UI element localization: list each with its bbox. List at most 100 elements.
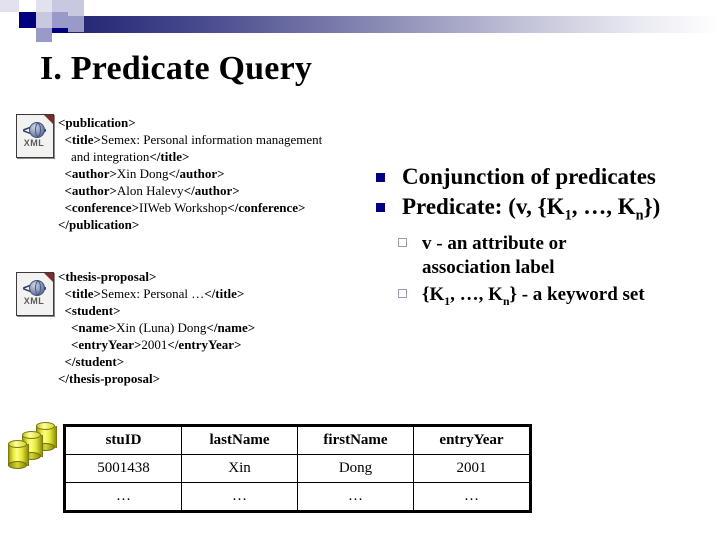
globe-icon [29,122,45,138]
xml-value: Semex: Personal information management [100,132,323,147]
xml-tag: <author> [58,183,117,198]
xml-value: 2001 [141,337,168,352]
bullet-label-mid: , …, K [571,194,636,219]
cylinder-bottom [8,461,27,469]
xml-line: <title>Semex: Personal information manag… [58,131,323,148]
table-cell: Dong [297,454,414,483]
table-cell: 2001 [413,454,531,483]
xml-line: </publication> [58,216,322,233]
globe-icon [29,280,45,296]
xml-line: <title>Semex: Personal …</title> [58,285,255,302]
xml-tag: <conference> [58,200,140,215]
xml-value: Semex: Personal … [100,286,205,301]
bullet-conjunction-of-predicates: Conjunction of predicates [374,162,720,191]
subbullet-label-mid: , …, K [450,283,503,305]
xml-value: Xin Dong [116,166,169,181]
table-header-cell: lastName [181,425,298,455]
xml-tag: </conference> [227,200,306,215]
banner-square-mid-2 [68,16,84,32]
xml-line: <entryYear>2001</entryYear> [58,336,255,353]
bullet-label-sub2: n [635,207,644,224]
table-header-cell: stuID [64,425,182,455]
banner-square-mid-3 [36,28,52,42]
hollow-square-bullet-icon [398,237,407,247]
xml-tag: </author> [168,166,225,181]
xml-file-icon: < > XML [16,272,56,316]
subbullet-v-attribute: v - an attribute or [374,232,720,256]
xml-tag: <publication> [58,115,136,130]
table-header-cell: firstName [297,425,414,455]
subbullet-label-line1: v - an attribute or [422,232,567,254]
xml-tag: <title> [58,286,101,301]
banner-square-mid-1 [52,12,68,28]
bullet-list: Conjunction of predicates Predicate: (v,… [374,162,720,313]
xml-tag: </entryYear> [167,337,242,352]
table-cell: … [413,482,531,512]
table-cell: … [181,482,298,512]
xml-icon-label: XML [23,296,45,306]
xml-tag: </title> [149,149,190,164]
table-row: 5001438 Xin Dong 2001 [64,454,531,483]
xml-tag: <entryYear> [58,337,142,352]
xml-tag: </name> [206,320,256,335]
bullet-label: Conjunction of predicates [402,164,656,189]
cylinder-top [8,440,27,448]
xml-tag: <author> [58,166,117,181]
xml-line: <author>Xin Dong</author> [58,165,322,182]
banner-gradient-bar [48,16,720,33]
database-cylinder [8,440,29,469]
xml-line: <publication> [58,114,322,131]
xml-line: </student> [58,353,255,370]
subbullet-v-attribute-line2: association label [374,256,720,280]
xml-tag: </thesis-proposal> [58,371,160,386]
xml-line: <author>Alon Halevy</author> [58,182,322,199]
table-cell: Xin [181,454,298,483]
xml-tag: <title> [58,132,101,147]
xml-tag: </title> [204,286,245,301]
xml-value: and integration [58,149,150,164]
banner-square-xlight-1 [0,0,19,12]
subbullet-keyword-set: {K1, …, Kn} - a keyword set [374,283,720,314]
cylinder-top [22,431,41,439]
xml-file-icon: < > XML [16,114,56,158]
xml-line: <student> [58,302,255,319]
subbullet-label-line2: association label [422,256,555,278]
banner-square-light-1 [36,12,52,28]
table-row: ………… [64,482,531,512]
xml-tag: </student> [58,354,125,369]
xml-tag: <name> [58,320,117,335]
xml-line: and integration</title> [58,148,322,165]
xml-tag: <student> [58,303,121,318]
results-table: stuID lastName firstName entryYear 5001438 X… [63,424,532,513]
xml-line: </thesis-proposal> [58,370,255,387]
table-header-cell: entryYear [413,425,531,455]
xml-value: Xin (Luna) Dong [116,320,207,335]
table-body: 5001438 Xin Dong 2001………… [64,454,531,512]
database-cylinders-icon [8,420,62,470]
bullet-label-suffix: }) [643,194,661,219]
filled-square-bullet-icon [376,203,385,212]
subbullet-label-suffix: } - a keyword set [509,283,645,305]
filled-square-bullet-icon [376,173,385,182]
xml-tag: </author> [183,183,240,198]
banner [0,0,720,46]
xml-line: <conference>IIWeb Workshop</conference> [58,199,322,216]
xml-code-block-publication: <publication> <title>Semex: Personal inf… [58,114,322,233]
xml-value: IIWeb Workshop [139,200,228,215]
table-header-row: stuID lastName firstName entryYear [64,425,531,455]
bullet-label-sub1: 1 [564,207,572,224]
xml-line: <name>Xin (Luna) Dong</name> [58,319,255,336]
banner-square-dark-2 [52,28,68,33]
banner-square-light-2 [52,0,68,12]
hollow-square-bullet-icon [398,288,407,298]
xml-tag: <thesis-proposal> [58,269,157,284]
banner-square-light-3 [68,0,84,16]
xml-value: Alon Halevy [116,183,184,198]
banner-square-xlight-2 [36,0,52,12]
table-cell: … [64,482,182,512]
xml-line: <thesis-proposal> [58,268,255,285]
page-title: I. Predicate Query [40,50,313,87]
xml-tag: </publication> [58,217,140,232]
banner-square-dark-1 [19,12,36,28]
table-cell: … [297,482,414,512]
